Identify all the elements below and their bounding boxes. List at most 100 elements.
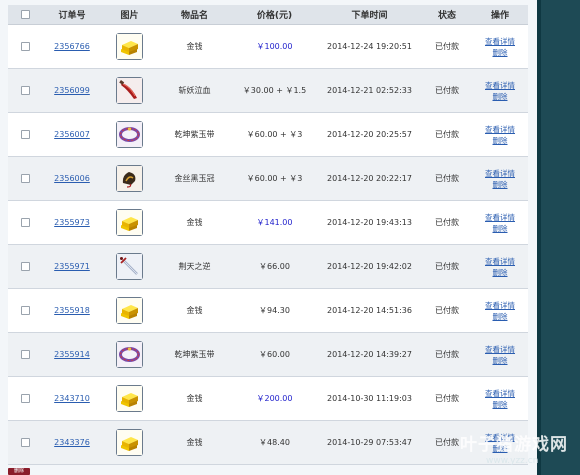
price-cell: ￥100.00 <box>232 24 317 69</box>
price-cell: ￥30.00 + ￥1.5 <box>232 68 317 113</box>
actions-cell: 查看详情 删除 <box>472 332 528 377</box>
gold-ingot-icon <box>116 33 143 60</box>
view-details-link[interactable]: 查看详情 <box>472 80 528 91</box>
select-all-checkbox[interactable] <box>20 9 30 19</box>
order-no-link[interactable]: 2356766 <box>54 42 90 51</box>
order-time-cell: 2014-12-20 20:22:17 <box>317 156 422 201</box>
status-cell: 已付款 <box>422 376 472 421</box>
table-row: 2355918 金钱 ￥94.30 2014-12-20 14:51:36 已付款 查看详… <box>8 288 528 333</box>
row-checkbox[interactable] <box>20 350 30 359</box>
view-details-link[interactable]: 查看详情 <box>472 300 528 311</box>
view-details-link[interactable]: 查看详情 <box>472 256 528 267</box>
row-select-cell[interactable] <box>8 156 42 201</box>
delete-link[interactable]: 删除 <box>472 399 528 410</box>
price-cell: ￥60.00 <box>232 332 317 377</box>
view-details-link[interactable]: 查看详情 <box>472 36 528 47</box>
image-cell <box>102 332 157 377</box>
delete-link[interactable]: 删除 <box>472 179 528 190</box>
order-no-link[interactable]: 2355918 <box>54 306 90 315</box>
item-name-cell: 金钱 <box>157 288 232 333</box>
gold-ingot-icon <box>116 209 143 236</box>
actions-cell: 查看详情 删除 <box>472 156 528 201</box>
row-select-cell[interactable] <box>8 288 42 333</box>
delete-link[interactable]: 删除 <box>472 311 528 322</box>
header-price: 价格(元) <box>232 5 317 25</box>
table-row: 2355973 金钱 ￥141.00 2014-12-20 19:43:13 已付款 查看… <box>8 200 528 245</box>
actions-cell: 查看详情 删除 <box>472 200 528 245</box>
header-image: 图片 <box>102 5 157 25</box>
row-checkbox[interactable] <box>20 130 30 139</box>
order-time-cell: 2014-12-20 14:51:36 <box>317 288 422 333</box>
row-checkbox[interactable] <box>20 218 30 227</box>
item-name-cell: 乾坤紫玉带 <box>157 112 232 157</box>
row-select-cell[interactable] <box>8 24 42 69</box>
select-all-cell[interactable] <box>8 5 42 25</box>
table-row: 2343710 金钱 ￥200.00 2014-10-30 11:19:03 已付款 查看… <box>8 376 528 421</box>
row-select-cell[interactable] <box>8 68 42 113</box>
order-time-cell: 2014-12-20 19:43:13 <box>317 200 422 245</box>
order-time-cell: 2014-12-20 20:25:57 <box>317 112 422 157</box>
row-checkbox[interactable] <box>20 438 30 447</box>
delete-link[interactable]: 删除 <box>472 355 528 366</box>
row-checkbox[interactable] <box>20 306 30 315</box>
order-no-cell: 2343710 <box>42 376 102 421</box>
order-time-cell: 2014-12-21 02:52:33 <box>317 68 422 113</box>
view-details-link[interactable]: 查看详情 <box>472 168 528 179</box>
bulk-delete-button[interactable]: 删除 <box>8 468 30 475</box>
row-select-cell[interactable] <box>8 112 42 157</box>
order-no-cell: 2343376 <box>42 420 102 465</box>
order-no-link[interactable]: 2356006 <box>54 174 90 183</box>
price-cell: ￥66.00 <box>232 244 317 289</box>
order-no-link[interactable]: 2355914 <box>54 350 90 359</box>
scrollbar[interactable] <box>537 0 541 475</box>
header-status: 状态 <box>422 5 472 25</box>
item-name-cell: 乾坤紫玉带 <box>157 332 232 377</box>
row-checkbox[interactable] <box>20 86 30 95</box>
order-no-link[interactable]: 2356007 <box>54 130 90 139</box>
row-select-cell[interactable] <box>8 244 42 289</box>
status-cell: 已付款 <box>422 112 472 157</box>
delete-link[interactable]: 删除 <box>472 267 528 278</box>
delete-link[interactable]: 删除 <box>472 91 528 102</box>
order-no-cell: 2356766 <box>42 24 102 69</box>
row-checkbox[interactable] <box>20 174 30 183</box>
blade-weapon-icon <box>116 77 143 104</box>
view-details-link[interactable]: 查看详情 <box>472 212 528 223</box>
row-checkbox[interactable] <box>20 394 30 403</box>
delete-link[interactable]: 删除 <box>472 47 528 58</box>
crown-icon <box>116 165 143 192</box>
jade-belt-icon <box>116 341 143 368</box>
image-cell <box>102 420 157 465</box>
view-details-link[interactable]: 查看详情 <box>472 124 528 135</box>
row-select-cell[interactable] <box>8 200 42 245</box>
status-cell: 已付款 <box>422 156 472 201</box>
row-checkbox[interactable] <box>20 262 30 271</box>
table-row: 2356099 斩妖泣血 ￥30.00 + ￥1.5 2014-12-21 02:52… <box>8 68 528 113</box>
actions-cell: 查看详情 删除 <box>472 68 528 113</box>
row-select-cell[interactable] <box>8 420 42 465</box>
row-select-cell[interactable] <box>8 376 42 421</box>
order-no-cell: 2356006 <box>42 156 102 201</box>
image-cell <box>102 376 157 421</box>
order-no-link[interactable]: 2356099 <box>54 86 90 95</box>
price-cell: ￥60.00 + ￥3 <box>232 156 317 201</box>
gold-ingot-icon <box>116 429 143 456</box>
delete-link[interactable]: 删除 <box>472 135 528 146</box>
delete-link[interactable]: 删除 <box>472 223 528 234</box>
order-no-cell: 2355914 <box>42 332 102 377</box>
header-actions: 操作 <box>472 5 528 25</box>
view-details-link[interactable]: 查看详情 <box>472 388 528 399</box>
row-checkbox[interactable] <box>20 42 30 51</box>
price-cell: ￥94.30 <box>232 288 317 333</box>
view-details-link[interactable]: 查看详情 <box>472 344 528 355</box>
order-no-link[interactable]: 2343376 <box>54 438 90 447</box>
order-time-cell: 2014-12-20 14:39:27 <box>317 332 422 377</box>
actions-cell: 查看详情 删除 <box>472 376 528 421</box>
status-cell: 已付款 <box>422 24 472 69</box>
order-no-link[interactable]: 2355971 <box>54 262 90 271</box>
order-no-link[interactable]: 2355973 <box>54 218 90 227</box>
row-select-cell[interactable] <box>8 332 42 377</box>
order-no-link[interactable]: 2343710 <box>54 394 90 403</box>
price-cell: ￥48.40 <box>232 420 317 465</box>
order-time-cell: 2014-12-24 19:20:51 <box>317 24 422 69</box>
